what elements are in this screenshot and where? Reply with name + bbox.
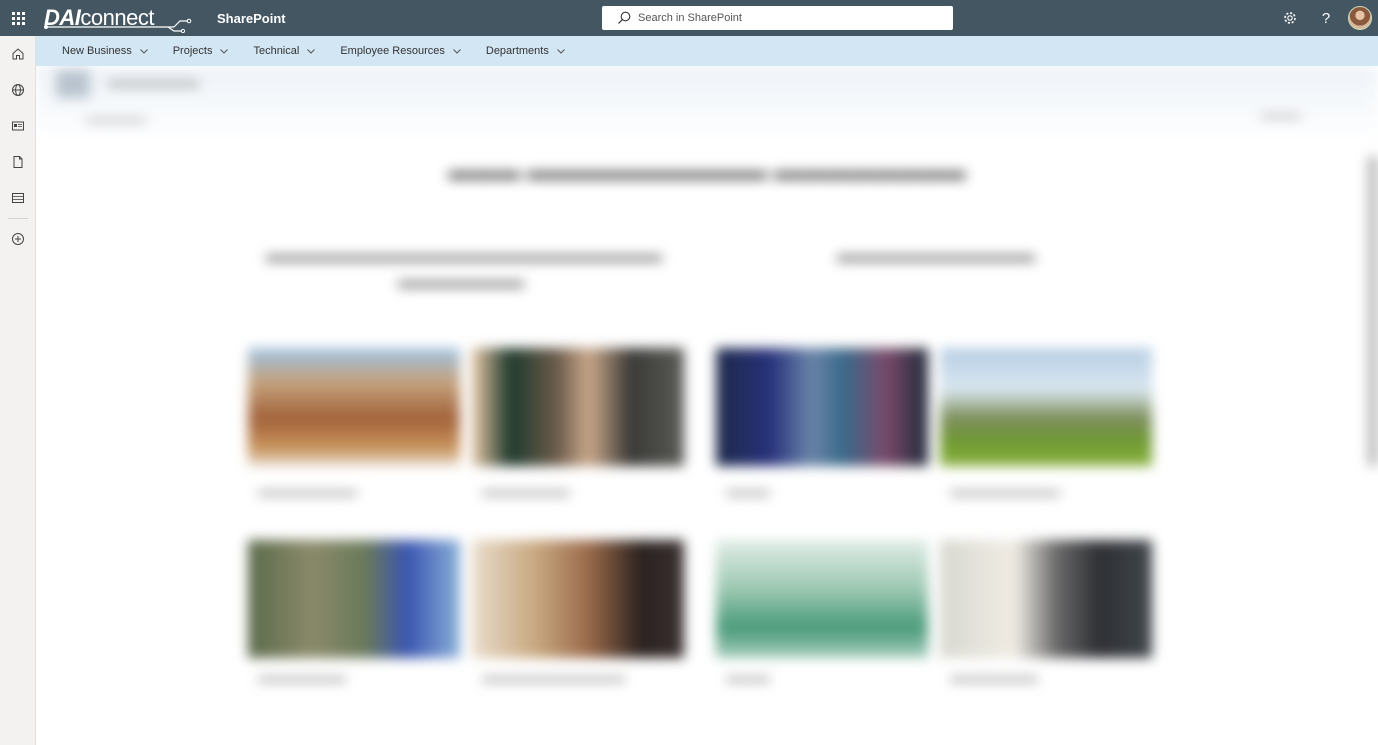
top-right-actions: ?: [1272, 0, 1378, 36]
appbar-divider: [8, 218, 28, 219]
gear-icon: [1284, 12, 1296, 24]
chevron-down-icon: [139, 49, 148, 54]
brand-logo[interactable]: DAIconnect: [42, 3, 192, 33]
hubnav-item-technical[interactable]: Technical: [253, 45, 316, 57]
image-tile[interactable]: [472, 540, 684, 658]
settings-button[interactable]: [1272, 0, 1308, 36]
tile-caption-placeholder: ▬▬▬▬: [726, 486, 770, 498]
scrollbar[interactable]: [1368, 156, 1378, 466]
hubnav-item-departments[interactable]: Departments: [486, 45, 566, 57]
image-tile[interactable]: [716, 348, 928, 466]
hubnav-item-new-business[interactable]: New Business: [62, 45, 149, 57]
appbar-lists-button[interactable]: [0, 180, 36, 216]
site-header: [36, 66, 1378, 136]
image-tile[interactable]: [940, 540, 1152, 658]
column-text-placeholder: ▬▬▬▬▬▬▬▬▬▬▬: [837, 245, 1035, 265]
chevron-down-icon: [220, 49, 229, 54]
tile-caption-placeholder: ▬▬▬▬▬▬▬▬: [258, 672, 346, 684]
hubnav-item-label: New Business: [62, 45, 132, 57]
document-icon: [13, 156, 23, 168]
appbar-files-button[interactable]: [0, 144, 36, 180]
page-heading-placeholder: ▬▬▬ ▬▬▬▬▬▬▬▬▬▬ ▬▬▬▬▬▬▬▬: [448, 158, 966, 185]
news-icon: [12, 121, 24, 131]
site-logo: [56, 70, 90, 98]
tile-caption-placeholder: ▬▬▬▬: [726, 672, 770, 684]
app-launcher-button[interactable]: [0, 0, 36, 36]
hub-navigation: New Business Projects Technical Employee…: [36, 36, 1378, 66]
appbar-create-button[interactable]: [0, 221, 36, 257]
appbar-sites-button[interactable]: [0, 72, 36, 108]
list-icon: [12, 193, 24, 203]
hubnav-item-employee-resources[interactable]: Employee Resources: [340, 45, 462, 57]
search-input[interactable]: [638, 12, 938, 24]
globe-icon: [12, 84, 24, 96]
site-subtitle-placeholder: ▬▬▬▬▬▬: [86, 114, 146, 125]
chevron-down-icon: [557, 49, 565, 54]
brand-logo-text: DAIconnect: [44, 5, 154, 30]
appbar-home-button[interactable]: [0, 36, 36, 72]
help-button[interactable]: ?: [1308, 0, 1344, 36]
tile-caption-placeholder: ▬▬▬▬▬▬▬▬▬: [258, 486, 357, 498]
tile-caption-placeholder: ▬▬▬▬▬▬▬▬: [950, 672, 1038, 684]
app-name[interactable]: SharePoint: [217, 11, 286, 26]
image-tile[interactable]: [248, 348, 460, 466]
hubnav-item-label: Departments: [485, 45, 549, 57]
image-tile[interactable]: [248, 540, 460, 658]
image-tile[interactable]: [716, 540, 928, 658]
app-bar: [0, 36, 36, 745]
suite-bar: DAIconnect SharePoint ?: [0, 0, 1378, 36]
create-icon: [12, 233, 24, 245]
search-box[interactable]: [602, 6, 953, 30]
waffle-icon: [11, 11, 25, 25]
hubnav-item-label: Employee Resources: [340, 45, 445, 57]
image-tile[interactable]: [940, 348, 1152, 466]
page-content: ▬▬▬▬▬▬▬ ▬▬▬▬▬▬ ▬▬▬▬ ▬▬▬ ▬▬▬▬▬▬▬▬▬▬ ▬▬▬▬▬…: [36, 66, 1378, 745]
appbar-news-button[interactable]: [0, 108, 36, 144]
chevron-down-icon: [307, 49, 316, 54]
help-icon: ?: [1321, 9, 1331, 27]
hubnav-item-projects[interactable]: Projects: [173, 45, 230, 57]
follow-button-placeholder: ▬▬▬▬: [1261, 110, 1301, 121]
hubnav-item-label: Projects: [172, 45, 213, 57]
site-title-placeholder: ▬▬▬▬▬▬▬: [108, 74, 199, 89]
hubnav-item-label: Technical: [253, 45, 300, 57]
image-tile[interactable]: [472, 348, 684, 466]
column-text-placeholder: ▬▬▬▬▬▬▬▬▬▬▬▬▬▬▬▬▬▬▬▬▬▬ ▬▬▬▬▬▬▬: [266, 245, 662, 291]
tile-caption-placeholder: ▬▬▬▬▬▬▬▬▬▬: [950, 486, 1060, 498]
home-icon: [12, 48, 24, 60]
chevron-down-icon: [453, 49, 461, 54]
tile-caption-placeholder: ▬▬▬▬▬▬▬▬: [482, 486, 570, 498]
search-icon: [618, 11, 631, 24]
tile-caption-placeholder: ▬▬▬▬▬▬▬▬▬▬▬▬▬: [482, 672, 625, 684]
blurred-content: ▬▬▬▬▬▬▬ ▬▬▬▬▬▬ ▬▬▬▬ ▬▬▬ ▬▬▬▬▬▬▬▬▬▬ ▬▬▬▬▬…: [36, 66, 1378, 745]
avatar[interactable]: [1348, 6, 1372, 30]
